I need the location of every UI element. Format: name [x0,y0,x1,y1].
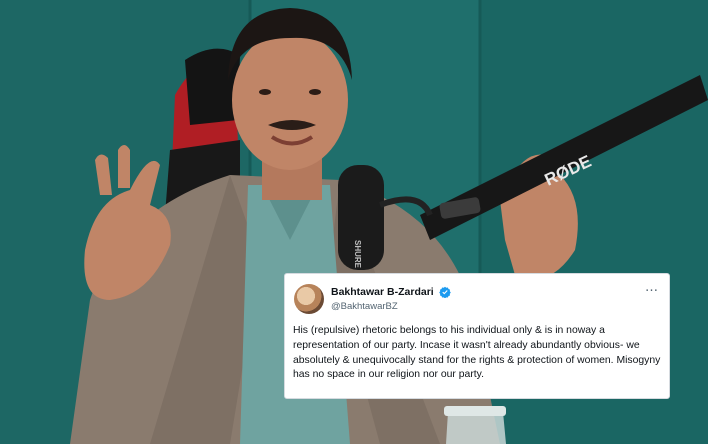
more-options-icon[interactable]: … [645,280,659,295]
avatar[interactable] [294,284,324,314]
head [232,30,348,170]
tweet-text: His (repulsive) rhetoric belongs to his … [293,325,661,381]
tweet-handle[interactable]: @BakhtawarBZ [331,301,398,312]
verified-badge-icon [439,286,451,298]
tweet-display-name[interactable]: Bakhtawar B-Zardari [331,286,434,298]
tweet-card[interactable]: Bakhtawar B-Zardari @BakhtawarBZ … His (… [284,273,670,399]
svg-text:SHURE: SHURE [353,240,362,269]
